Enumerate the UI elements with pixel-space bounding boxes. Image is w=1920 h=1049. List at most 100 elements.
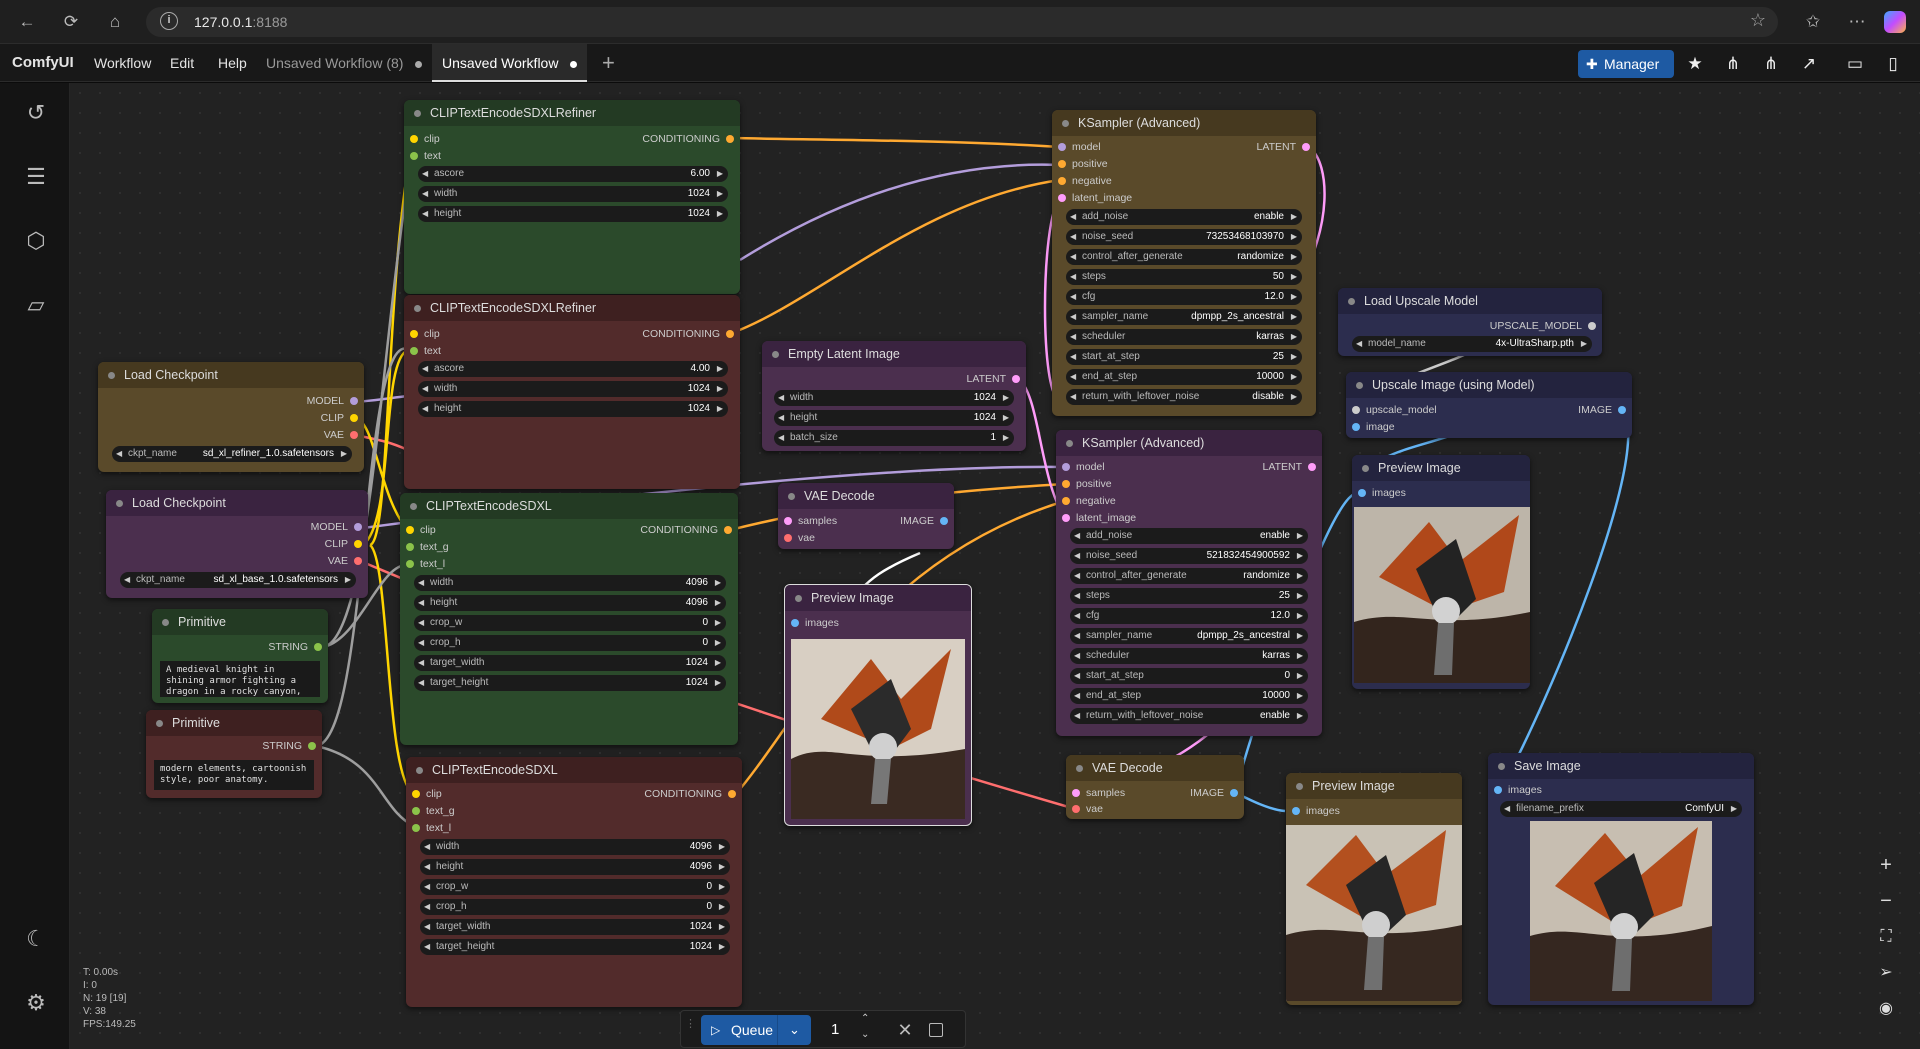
network-icon[interactable]: ⋔ [1718,50,1748,78]
menu-workflow[interactable]: Workflow [94,55,151,71]
address-bar[interactable]: i 127.0.0.1:8188 ☆ [146,7,1778,37]
settings-gear-icon[interactable]: ⚙ [20,987,52,1019]
output-model[interactable]: MODEL [311,520,364,534]
drag-handle-icon[interactable]: ⋮ [685,1019,696,1039]
node-vae-decode-1[interactable]: VAE Decode samples vae IMAGE [778,483,954,549]
node-save-image[interactable]: Save Image images filename_prefixComfyUI [1488,753,1754,1005]
queue-list-icon[interactable]: ☰ [20,161,52,193]
widget-width[interactable]: width1024 [774,390,1014,406]
widget-width[interactable]: width4096 [420,839,730,855]
widget-target-width[interactable]: target_width1024 [414,655,726,671]
input-text-g[interactable]: text_g [410,804,455,818]
fit-view-icon[interactable]: ⛶ [1866,920,1906,954]
share-icon[interactable]: ↗ [1794,50,1824,78]
bookmark-star-icon[interactable]: ☆ [1750,10,1766,31]
home-icon[interactable]: ⌂ [102,9,128,35]
widget-return-with-leftover-noise[interactable]: return_with_leftover_noiseenable [1070,708,1308,724]
menu-edit[interactable]: Edit [170,55,194,71]
widget-batch-size[interactable]: batch_size1 [774,430,1014,446]
widget-crop-h[interactable]: crop_h0 [414,635,726,651]
widget-scheduler[interactable]: schedulerkarras [1070,648,1308,664]
site-info-icon[interactable]: i [160,12,178,30]
widget-ascore[interactable]: ascore4.00 [418,361,728,377]
widget-sampler-name[interactable]: sampler_namedpmpp_2s_ancestral [1070,628,1308,644]
output-upscale-model[interactable]: UPSCALE_MODEL [1490,319,1598,333]
queue-button[interactable]: ▷ Queue [701,1015,777,1045]
widget-width[interactable]: width4096 [414,575,726,591]
input-text[interactable]: text [408,149,441,163]
input-negative[interactable]: negative [1056,174,1112,188]
input-clip[interactable]: clip [404,523,436,537]
widget-target-height[interactable]: target_height1024 [420,939,730,955]
select-mode-icon[interactable]: ➢ [1866,956,1906,990]
panel-toggle-icon[interactable]: ▭ [1840,50,1870,78]
widget-ckpt-name[interactable]: ckpt_namesd_xl_refiner_1.0.safetensors [112,446,352,462]
output-image[interactable]: IMAGE [1578,403,1628,417]
zoom-in-icon[interactable]: + [1866,848,1906,882]
reload-icon[interactable]: ⟳ [58,9,84,35]
node-clip-sdxl-1[interactable]: CLIPTextEncodeSDXL clip text_g text_l CO… [400,493,738,745]
widget-width[interactable]: width1024 [418,186,728,202]
workflow-icon[interactable]: ⋔ [1756,50,1786,78]
stop-icon[interactable] [929,1023,943,1037]
input-clip[interactable]: clip [408,327,440,341]
input-clip[interactable]: clip [408,132,440,146]
widget-height[interactable]: height1024 [418,401,728,417]
input-text-l[interactable]: text_l [410,821,451,835]
input-text[interactable]: text [408,344,441,358]
input-vae[interactable]: vae [782,531,815,545]
widget-noise-seed[interactable]: noise_seed521832454900592 [1070,548,1308,564]
widget-height[interactable]: height4096 [420,859,730,875]
input-latent-image[interactable]: latent_image [1056,191,1132,205]
widget-target-height[interactable]: target_height1024 [414,675,726,691]
output-conditioning[interactable]: CONDITIONING [640,523,734,537]
input-model[interactable]: model [1060,460,1105,474]
prompt-textarea[interactable]: modern elements, cartoonish style, poor … [154,760,314,790]
output-clip[interactable]: CLIP [321,411,360,425]
queue-mode-dropdown[interactable]: ⌄ [777,1015,811,1045]
widget-height[interactable]: height4096 [414,595,726,611]
widget-start-at-step[interactable]: start_at_step0 [1070,668,1308,684]
widget-height[interactable]: height1024 [418,206,728,222]
widget-control-after-generate[interactable]: control_after_generaterandomize [1066,249,1302,265]
cancel-icon[interactable]: ✕ [893,1015,917,1045]
node-load-upscale-model[interactable]: Load Upscale Model UPSCALE_MODEL model_n… [1338,288,1602,356]
workflow-tab-active[interactable]: Unsaved Workflow [432,44,588,82]
widget-add-noise[interactable]: add_noiseenable [1066,209,1302,225]
output-string[interactable]: STRING [262,739,318,753]
menu-help[interactable]: Help [218,55,247,71]
node-vae-decode-2[interactable]: VAE Decode samples vae IMAGE [1066,755,1244,819]
prompt-textarea[interactable]: A medieval knight in shining armor fight… [160,661,320,697]
output-clip[interactable]: CLIP [325,537,364,551]
output-image[interactable]: IMAGE [900,514,950,528]
node-load-checkpoint-base[interactable]: Load Checkpoint MODEL CLIP VAE ckpt_name… [106,490,368,598]
widget-start-at-step[interactable]: start_at_step25 [1066,349,1302,365]
workflows-folder-icon[interactable]: ▱ [20,289,52,321]
widget-crop-h[interactable]: crop_h0 [420,899,730,915]
output-image[interactable]: IMAGE [1190,786,1240,800]
output-latent[interactable]: LATENT [967,372,1022,386]
widget-cfg[interactable]: cfg12.0 [1070,608,1308,624]
node-empty-latent[interactable]: Empty Latent Image LATENT width1024 heig… [762,341,1026,451]
output-latent[interactable]: LATENT [1257,140,1312,154]
output-vae[interactable]: VAE [324,428,360,442]
widget-ckpt-name[interactable]: ckpt_namesd_xl_base_1.0.safetensors [120,572,356,588]
sidebar-toggle-icon[interactable]: ▯ [1878,50,1908,78]
add-tab-icon[interactable]: + [602,50,615,76]
input-latent-image[interactable]: latent_image [1060,511,1136,525]
node-upscale-image[interactable]: Upscale Image (using Model) upscale_mode… [1346,372,1632,438]
output-conditioning[interactable]: CONDITIONING [642,327,736,341]
workflow-tab[interactable]: Unsaved Workflow (8) [256,44,432,82]
widget-height[interactable]: height1024 [774,410,1014,426]
input-image[interactable]: image [1350,420,1395,434]
input-text-g[interactable]: text_g [404,540,449,554]
output-model[interactable]: MODEL [307,394,360,408]
node-clip-sdxl-2[interactable]: CLIPTextEncodeSDXL clip text_g text_l CO… [406,757,742,1007]
widget-crop-w[interactable]: crop_w0 [420,879,730,895]
input-negative[interactable]: negative [1060,494,1116,508]
input-model[interactable]: model [1056,140,1101,154]
widget-noise-seed[interactable]: noise_seed73253468103970 [1066,229,1302,245]
output-latent[interactable]: LATENT [1263,460,1318,474]
input-text-l[interactable]: text_l [404,557,445,571]
input-clip[interactable]: clip [410,787,442,801]
